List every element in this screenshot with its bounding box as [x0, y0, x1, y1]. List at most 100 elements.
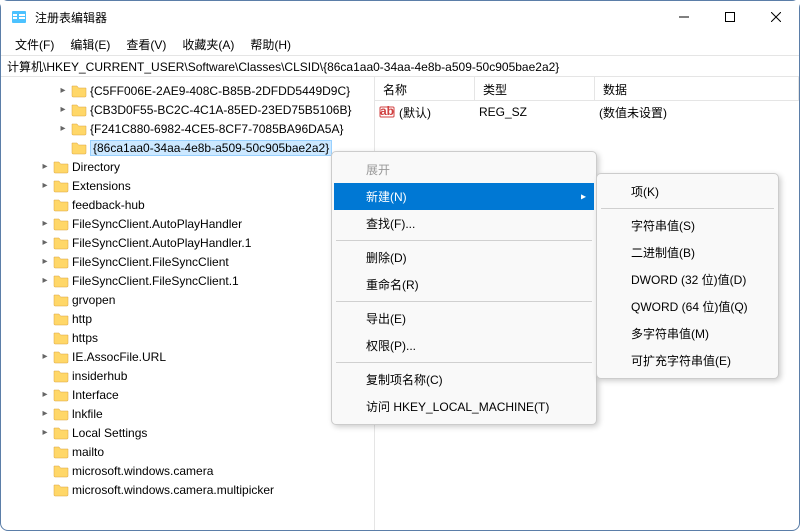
- tree-label: lnkfile: [72, 407, 103, 421]
- list-header: 名称 类型 数据: [375, 77, 799, 101]
- menu-item[interactable]: 复制项名称(C): [334, 366, 594, 393]
- tree-item[interactable]: insiderhub: [1, 366, 374, 385]
- tree-item[interactable]: ▸ Directory: [1, 157, 374, 176]
- minimize-icon: [679, 12, 689, 22]
- menu-item[interactable]: 可扩充字符串值(E): [599, 347, 776, 374]
- menu-separator: [601, 208, 774, 209]
- menu-edit[interactable]: 编辑(E): [62, 34, 118, 55]
- tree-item[interactable]: ▸ FileSyncClient.AutoPlayHandler: [1, 214, 374, 233]
- tree-item[interactable]: ▸ {CB3D0F55-BC2C-4C1A-85ED-23ED75B5106B}: [1, 100, 374, 119]
- menu-separator: [336, 362, 592, 363]
- tree-label: {86ca1aa0-34aa-4e8b-a509-50c905bae2a2}: [90, 140, 332, 156]
- menu-item[interactable]: 访问 HKEY_LOCAL_MACHINE(T): [334, 393, 594, 420]
- app-icon: [11, 9, 27, 25]
- col-name[interactable]: 名称: [375, 77, 475, 100]
- menu-item[interactable]: 导出(E): [334, 305, 594, 332]
- tree-toggle-icon[interactable]: ▸: [55, 123, 71, 134]
- tree-toggle-icon[interactable]: ▸: [37, 389, 53, 400]
- tree-item[interactable]: ▸ lnkfile: [1, 404, 374, 423]
- col-type[interactable]: 类型: [475, 77, 595, 100]
- menu-help[interactable]: 帮助(H): [242, 34, 299, 55]
- close-button[interactable]: [753, 1, 799, 33]
- tree-label: Extensions: [72, 179, 131, 193]
- tree-item[interactable]: ▸ Interface: [1, 385, 374, 404]
- address-bar[interactable]: 计算机\HKEY_CURRENT_USER\Software\Classes\C…: [1, 55, 799, 77]
- tree-label: Interface: [72, 388, 119, 402]
- submenu-arrow-icon: ▸: [581, 191, 586, 202]
- tree-toggle-icon[interactable]: ▸: [37, 218, 53, 229]
- tree-label: microsoft.windows.camera: [72, 464, 213, 478]
- menu-separator: [336, 240, 592, 241]
- tree-label: {CB3D0F55-BC2C-4C1A-85ED-23ED75B5106B}: [90, 103, 351, 117]
- tree-item[interactable]: http: [1, 309, 374, 328]
- menu-item[interactable]: 多字符串值(M): [599, 320, 776, 347]
- close-icon: [771, 12, 781, 22]
- list-row[interactable]: ab (默认) REG_SZ (数值未设置): [375, 101, 799, 123]
- menu-item[interactable]: 二进制值(B): [599, 239, 776, 266]
- tree-pane[interactable]: ▸{C5FF006E-2AE9-408C-B85B-2DFDD5449D9C}▸…: [1, 77, 375, 530]
- minimize-button[interactable]: [661, 1, 707, 33]
- col-data[interactable]: 数据: [595, 77, 799, 100]
- menu-file[interactable]: 文件(F): [7, 34, 62, 55]
- tree-item[interactable]: ▸ FileSyncClient.FileSyncClient.1: [1, 271, 374, 290]
- value-data: (数值未设置): [599, 104, 667, 121]
- window-controls: [661, 1, 799, 33]
- tree-item[interactable]: microsoft.windows.camera: [1, 461, 374, 480]
- tree-toggle-icon[interactable]: ▸: [37, 408, 53, 419]
- tree-toggle-icon[interactable]: ▸: [55, 85, 71, 96]
- tree-item[interactable]: ▸FileSyncClient.FileSyncClient: [1, 252, 374, 271]
- menu-item[interactable]: 字符串值(S): [599, 212, 776, 239]
- menu-item[interactable]: 删除(D): [334, 244, 594, 271]
- value-name: (默认): [399, 104, 479, 121]
- tree-toggle-icon[interactable]: ▸: [37, 180, 53, 191]
- tree-toggle-icon[interactable]: ▸: [37, 161, 53, 172]
- svg-text:ab: ab: [380, 104, 394, 118]
- menu-item[interactable]: 查找(F)...: [334, 210, 594, 237]
- menu-item[interactable]: QWORD (64 位)值(Q): [599, 293, 776, 320]
- tree-label: {C5FF006E-2AE9-408C-B85B-2DFDD5449D9C}: [90, 84, 350, 98]
- menu-item[interactable]: 权限(P)...: [334, 332, 594, 359]
- tree-item[interactable]: microsoft.windows.camera.multipicker: [1, 480, 374, 499]
- tree-label: Directory: [72, 160, 120, 174]
- tree-toggle-icon[interactable]: ▸: [37, 275, 53, 286]
- menu-favorites[interactable]: 收藏夹(A): [174, 34, 242, 55]
- tree-toggle-icon[interactable]: ▸: [37, 351, 53, 362]
- tree-label: http: [72, 312, 92, 326]
- tree-item[interactable]: {86ca1aa0-34aa-4e8b-a509-50c905bae2a2}: [1, 138, 374, 157]
- tree-label: mailto: [72, 445, 104, 459]
- tree-toggle-icon[interactable]: ▸: [37, 237, 53, 248]
- tree-item[interactable]: mailto: [1, 442, 374, 461]
- menu-item[interactable]: 新建(N)▸: [334, 183, 594, 210]
- tree-label: insiderhub: [72, 369, 127, 383]
- tree-label: https: [72, 331, 98, 345]
- tree-item[interactable]: ▸IE.AssocFile.URL: [1, 347, 374, 366]
- value-type: REG_SZ: [479, 105, 599, 119]
- maximize-button[interactable]: [707, 1, 753, 33]
- tree-item[interactable]: ▸ Extensions: [1, 176, 374, 195]
- window-title: 注册表编辑器: [35, 9, 661, 26]
- tree-item[interactable]: https: [1, 328, 374, 347]
- context-menu: 展开新建(N)▸查找(F)... 删除(D)重命名(R) 导出(E)权限(P)...…: [331, 151, 597, 425]
- maximize-icon: [725, 12, 735, 22]
- menu-view[interactable]: 查看(V): [118, 34, 174, 55]
- tree-label: FileSyncClient.AutoPlayHandler: [72, 217, 242, 231]
- tree-toggle-icon[interactable]: ▸: [37, 256, 53, 267]
- tree-item[interactable]: ▸FileSyncClient.AutoPlayHandler.1: [1, 233, 374, 252]
- tree-item[interactable]: ▸ {F241C880-6982-4CE5-8CF7-7085BA96DA5A}: [1, 119, 374, 138]
- tree-item[interactable]: feedback-hub: [1, 195, 374, 214]
- menu-separator: [336, 301, 592, 302]
- tree-item[interactable]: ▸ {C5FF006E-2AE9-408C-B85B-2DFDD5449D9C}: [1, 81, 374, 100]
- tree-item[interactable]: ▸Local Settings: [1, 423, 374, 442]
- menubar: 文件(F) 编辑(E) 查看(V) 收藏夹(A) 帮助(H): [1, 33, 799, 55]
- menu-item[interactable]: 重命名(R): [334, 271, 594, 298]
- tree-label: FileSyncClient.FileSyncClient.1: [72, 274, 239, 288]
- string-value-icon: ab: [379, 104, 395, 120]
- menu-item[interactable]: DWORD (32 位)值(D): [599, 266, 776, 293]
- tree-item[interactable]: grvopen: [1, 290, 374, 309]
- tree-toggle-icon[interactable]: ▸: [55, 104, 71, 115]
- tree-toggle-icon[interactable]: ▸: [37, 427, 53, 438]
- menu-item[interactable]: 项(K): [599, 178, 776, 205]
- tree-label: {F241C880-6982-4CE5-8CF7-7085BA96DA5A}: [90, 122, 344, 136]
- menu-item: 展开: [334, 156, 594, 183]
- tree-label: feedback-hub: [72, 198, 145, 212]
